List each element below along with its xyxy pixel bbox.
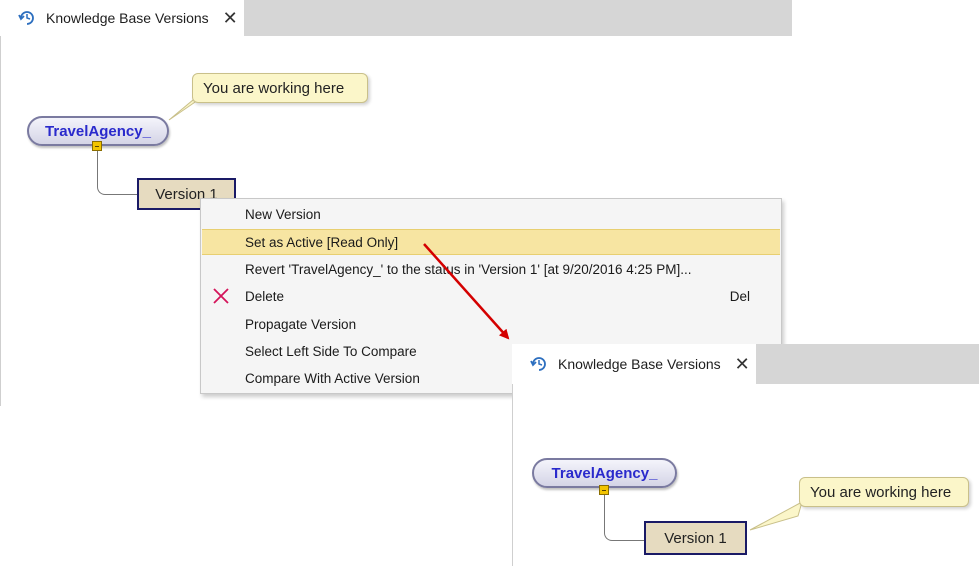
annotation-arrow (423, 243, 510, 340)
